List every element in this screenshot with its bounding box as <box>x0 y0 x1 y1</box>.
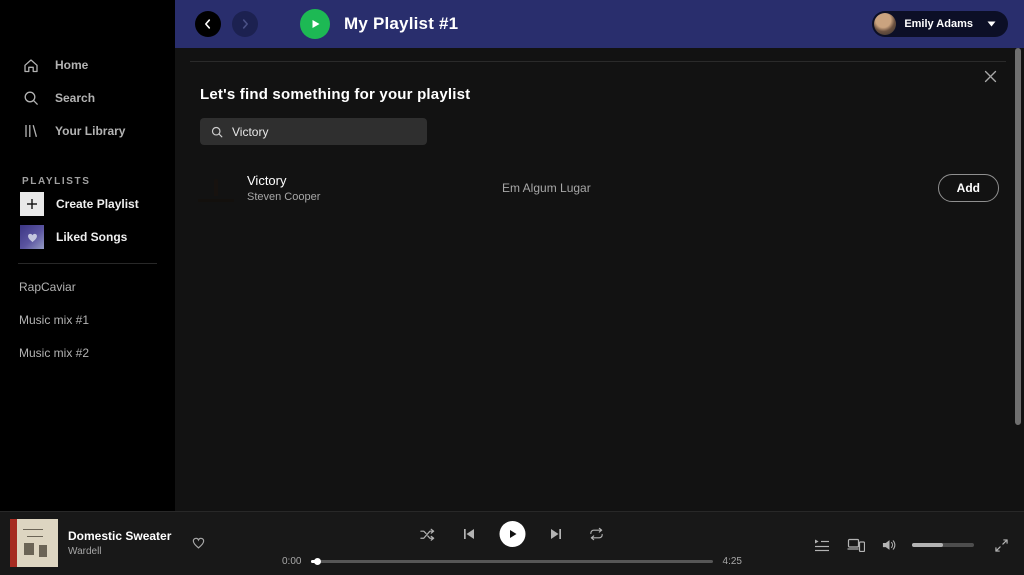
scrollbar[interactable] <box>1015 48 1021 425</box>
queue-button[interactable] <box>812 536 832 554</box>
repeat-button[interactable] <box>587 525 607 543</box>
play-icon <box>308 17 322 31</box>
main-content: Let's find something for your playlist V… <box>175 48 1024 511</box>
shuffle-icon <box>420 527 437 542</box>
devices-icon <box>847 538 865 552</box>
sidebar-playlist-rapcaviar[interactable]: RapCaviar <box>0 270 175 303</box>
playlist-name: Music mix #1 <box>19 313 89 327</box>
shuffle-button[interactable] <box>418 525 439 544</box>
previous-track-button[interactable] <box>461 526 478 542</box>
fullscreen-button[interactable] <box>993 537 1010 554</box>
find-something-panel: Let's find something for your playlist V… <box>175 62 1024 210</box>
caret-down-icon <box>987 21 996 27</box>
sidebar-item-label: Your Library <box>55 124 125 138</box>
back-button[interactable] <box>195 11 221 37</box>
now-playing-title: Domestic Sweater <box>68 529 171 543</box>
heart-outline-icon <box>191 535 206 549</box>
sidebar-playlist-music-mix-1[interactable]: Music mix #1 <box>0 303 175 336</box>
liked-songs-label: Liked Songs <box>56 230 127 244</box>
seek-bar[interactable] <box>311 560 712 563</box>
now-playing-artist: Wardell <box>68 546 171 557</box>
result-album: Em Algum Lugar <box>502 181 591 195</box>
play-icon <box>507 528 519 540</box>
chevron-right-icon <box>238 17 252 31</box>
skip-previous-icon <box>463 528 476 540</box>
sidebar-item-home[interactable]: Home <box>0 48 175 81</box>
panel-heading: Let's find something for your playlist <box>200 86 999 103</box>
sidebar-item-label: Search <box>55 91 95 105</box>
heart-icon <box>20 225 44 249</box>
queue-icon <box>814 538 830 552</box>
result-info: Victory Steven Cooper <box>247 173 502 203</box>
now-playing-info: Domestic Sweater Wardell <box>68 529 171 557</box>
user-name: Emily Adams <box>904 18 973 30</box>
connect-devices-button[interactable] <box>845 536 867 554</box>
now-playing: Domestic Sweater Wardell <box>10 519 208 567</box>
add-track-button[interactable]: Add <box>938 174 999 202</box>
like-track-button[interactable] <box>189 533 208 554</box>
search-icon <box>210 125 224 139</box>
sidebar-item-search[interactable]: Search <box>0 81 175 114</box>
sidebar: Home Search Your Library PLAYLISTS Creat… <box>0 0 175 511</box>
search-icon <box>22 89 40 107</box>
sidebar-divider <box>18 263 157 264</box>
album-art-now-playing <box>10 519 58 567</box>
sidebar-item-your-library[interactable]: Your Library <box>0 114 175 147</box>
liked-songs-button[interactable]: Liked Songs <box>0 220 175 253</box>
playlist-name: RapCaviar <box>19 280 76 294</box>
elapsed-time: 0:00 <box>282 556 301 567</box>
sidebar-playlist-music-mix-2[interactable]: Music mix #2 <box>0 336 175 369</box>
create-playlist-label: Create Playlist <box>56 197 139 211</box>
repeat-icon <box>589 527 605 541</box>
play-pause-button[interactable] <box>500 521 526 547</box>
playlist-play-button[interactable] <box>300 9 330 39</box>
volume-slider[interactable] <box>912 543 974 547</box>
sidebar-item-label: Home <box>55 58 88 72</box>
playlist-search-box[interactable] <box>200 118 427 145</box>
search-result-row[interactable]: Victory Steven Cooper Em Algum Lugar Add <box>198 166 999 210</box>
volume-fill <box>912 543 943 547</box>
avatar <box>874 13 896 35</box>
player-right-controls <box>812 536 1010 554</box>
app-window: Home Search Your Library PLAYLISTS Creat… <box>0 0 1024 575</box>
fullscreen-icon <box>995 539 1008 552</box>
next-track-button[interactable] <box>548 526 565 542</box>
album-art-victory <box>198 170 234 206</box>
library-icon <box>22 122 40 140</box>
home-icon <box>22 56 40 74</box>
chevron-left-icon <box>201 17 215 31</box>
volume-button[interactable] <box>880 536 899 554</box>
result-track-artist: Steven Cooper <box>247 191 502 203</box>
total-time: 4:25 <box>723 556 742 567</box>
search-input[interactable] <box>232 125 417 139</box>
playback-controls <box>418 521 607 547</box>
topbar: My Playlist #1 Emily Adams <box>175 0 1024 48</box>
page-title: My Playlist #1 <box>344 14 458 34</box>
create-playlist-button[interactable]: Create Playlist <box>0 187 175 220</box>
close-icon <box>983 69 998 84</box>
plus-icon <box>20 192 44 216</box>
speaker-icon <box>882 538 897 552</box>
result-track-title: Victory <box>247 173 502 188</box>
close-panel-button[interactable] <box>979 65 1002 91</box>
forward-button[interactable] <box>232 11 258 37</box>
user-menu[interactable]: Emily Adams <box>872 11 1008 37</box>
playlist-name: Music mix #2 <box>19 346 89 360</box>
seek-bar-thumb[interactable] <box>314 558 321 565</box>
skip-next-icon <box>550 528 563 540</box>
progress-section: 0:00 4:25 <box>282 556 742 567</box>
player-bar: Domestic Sweater Wardell <box>0 511 1024 575</box>
playlists-section-label: PLAYLISTS <box>0 176 175 187</box>
